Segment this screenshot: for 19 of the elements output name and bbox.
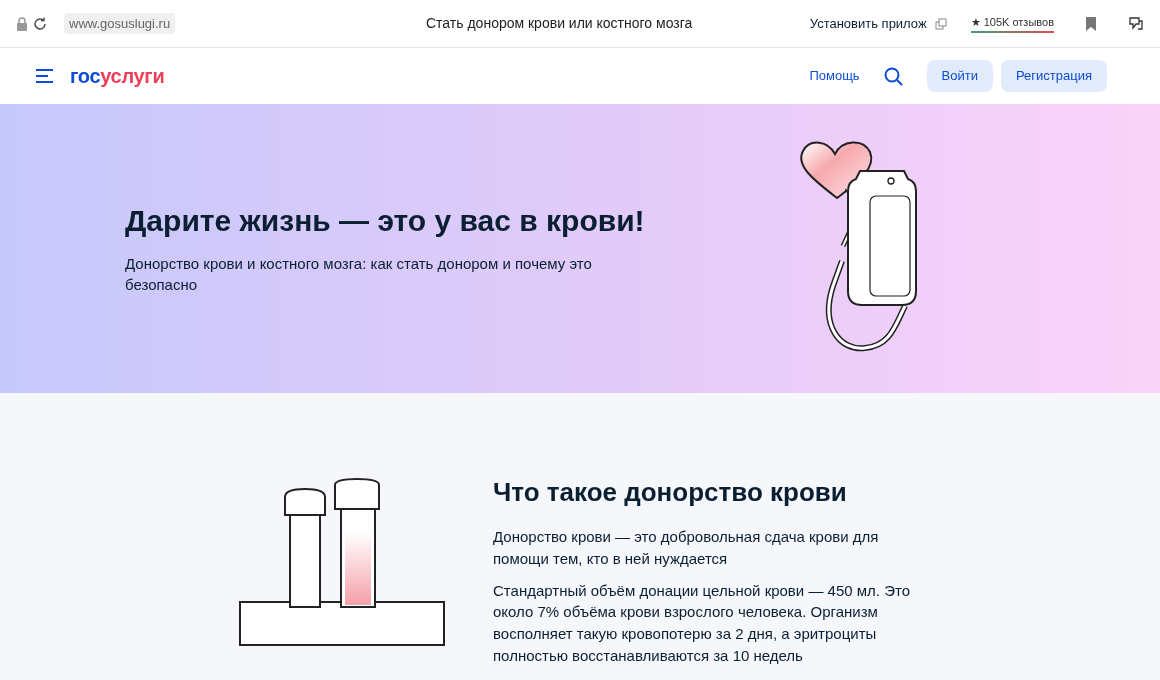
login-button[interactable]: Войти (926, 60, 993, 92)
section-title: Что такое донорство крови (493, 477, 848, 509)
menu-icon[interactable] (36, 69, 54, 83)
register-button[interactable]: Регистрация (1001, 60, 1107, 92)
extension-icon[interactable] (1128, 15, 1144, 32)
lock-icon (16, 16, 28, 31)
search-icon[interactable] (883, 66, 903, 86)
page-title: Стать донором крови или костного мозга (426, 14, 693, 33)
section-paragraph: Донорство крови — это добровольная сдача крови для помощи тем, кто в ней нуждается (493, 527, 880, 569)
install-app-link[interactable]: Установить прилож (809, 13, 927, 34)
hero-title: Дарите жизнь — это у вас в крови! (125, 202, 646, 239)
address-field[interactable]: www.gosuslugi.ru (64, 12, 176, 35)
reload-icon[interactable] (32, 15, 48, 32)
section-paragraph: Стандартный объём донации цельной крови — 450 мл. Это около 7% объёма крови взрослого человека. Организм восполняет такую кровопотерю за 2 дня, а эритроциты полностью восстанавливаются за 10 недель (493, 580, 911, 666)
hero-subtitle: Донорство крови и костного мозга: как стать донором и почему это безопасно (125, 253, 593, 295)
help-link[interactable]: Помощь (809, 66, 860, 86)
reviews-link[interactable]: ★ 105K отзывов (970, 14, 1054, 33)
bookmark-icon[interactable] (1086, 16, 1096, 31)
logo[interactable]: госуслуги (70, 61, 165, 91)
